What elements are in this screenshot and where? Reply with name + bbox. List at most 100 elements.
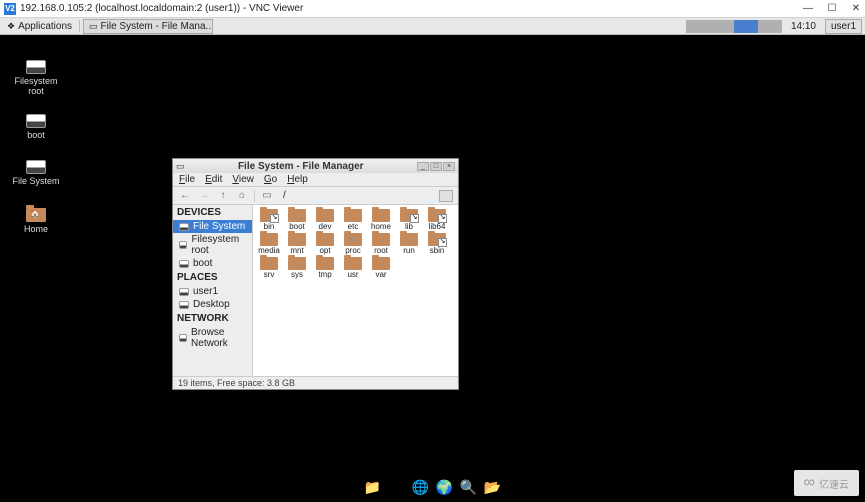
drive-icon xyxy=(26,160,46,174)
folder-label: home xyxy=(371,223,391,231)
folder-srv[interactable]: srv xyxy=(256,257,282,279)
workspace-4[interactable] xyxy=(758,20,782,33)
folder-icon xyxy=(400,233,418,246)
drive-icon xyxy=(26,114,46,128)
folder-icon xyxy=(316,233,334,246)
sidebar-item-filesystem-root[interactable]: Filesystem root xyxy=(173,233,252,257)
workspace-1[interactable] xyxy=(686,20,710,33)
drive-icon xyxy=(179,260,189,268)
folder-sbin[interactable]: sbin xyxy=(424,233,450,255)
drive-icon xyxy=(179,241,187,249)
taskbar-item-filemanager[interactable]: ▭ File System - File Mana... xyxy=(83,19,213,34)
sidebar-item-label: Desktop xyxy=(193,299,230,310)
folder-label: lib xyxy=(405,223,413,231)
folder-media[interactable]: media xyxy=(256,233,282,255)
folder-opt[interactable]: opt xyxy=(312,233,338,255)
folder-icon xyxy=(344,233,362,246)
folder-icon[interactable]: 📂 xyxy=(484,478,502,496)
file-manager-window: ▭ File System - File Manager _ □ × File E… xyxy=(172,158,459,390)
folder-icon xyxy=(260,209,278,222)
menu-file[interactable]: File xyxy=(179,174,195,185)
menu-view[interactable]: View xyxy=(232,174,254,185)
desktop-icon-boot[interactable]: boot xyxy=(8,114,64,142)
up-button[interactable]: ↑ xyxy=(216,189,230,203)
folder-label: lib64 xyxy=(429,223,446,231)
web-icon[interactable]: 🌐 xyxy=(412,478,430,496)
vnc-titlebar: V2 192.168.0.105:2 (localhost.localdomai… xyxy=(0,0,865,18)
sidebar-item-user1[interactable]: user1 xyxy=(173,285,252,298)
menu-help[interactable]: Help xyxy=(287,174,308,185)
maximize-button[interactable]: ☐ xyxy=(827,3,837,14)
fm-file-grid[interactable]: binboot devetchome lib lib64 media mnt optproc… xyxy=(253,205,458,376)
folder-run[interactable]: run xyxy=(396,233,422,255)
folder-root[interactable]: root xyxy=(368,233,394,255)
menu-edit[interactable]: Edit xyxy=(205,174,222,185)
folder-label: tmp xyxy=(318,271,331,279)
globe-icon[interactable]: 🌍 xyxy=(436,478,454,496)
folder-lib64[interactable]: lib64 xyxy=(424,209,450,231)
applications-menu[interactable]: ❖ Applications xyxy=(3,20,76,33)
fm-titlebar[interactable]: ▭ File System - File Manager _ □ × xyxy=(173,159,458,173)
folder-label: var xyxy=(375,271,386,279)
folder-label: mnt xyxy=(290,247,303,255)
sidebar-item-desktop[interactable]: Desktop xyxy=(173,298,252,311)
workspace-3[interactable] xyxy=(734,20,758,33)
folder-icon xyxy=(260,233,278,246)
folder-label: run xyxy=(403,247,415,255)
desktop-icon-home[interactable]: Home xyxy=(8,208,64,236)
desktop-icon-filesystem-root[interactable]: Filesystem root xyxy=(8,60,64,98)
home-button[interactable]: ⌂ xyxy=(235,189,249,203)
folder-etc[interactable]: etc xyxy=(340,209,366,231)
desktop-icon-file-system[interactable]: File System xyxy=(8,160,64,188)
back-button[interactable]: ← xyxy=(178,189,192,203)
folder-icon xyxy=(344,209,362,222)
watermark-logo-icon: ∞ xyxy=(804,474,815,492)
panel-clock[interactable]: 14:10 xyxy=(785,21,822,32)
folder-home[interactable]: home xyxy=(368,209,394,231)
folder-lib[interactable]: lib xyxy=(396,209,422,231)
sidebar-item-boot[interactable]: boot xyxy=(173,257,252,270)
panel-user[interactable]: user1 xyxy=(825,19,862,34)
folder-label: dev xyxy=(319,223,332,231)
minimize-button[interactable]: — xyxy=(803,3,813,14)
apps-icon: ❖ xyxy=(7,22,15,31)
location-path[interactable]: / xyxy=(279,190,434,201)
sidebar-item-label: File System xyxy=(193,221,245,232)
folder-proc[interactable]: proc xyxy=(340,233,366,255)
fm-minimize-button[interactable]: _ xyxy=(417,162,429,171)
menu-go[interactable]: Go xyxy=(264,174,277,185)
folder-dev[interactable]: dev xyxy=(312,209,338,231)
folder-sys[interactable]: sys xyxy=(284,257,310,279)
workspace-switcher[interactable] xyxy=(686,20,782,33)
folder-mnt[interactable]: mnt xyxy=(284,233,310,255)
files-icon[interactable]: 📁 xyxy=(364,478,382,496)
fm-close-button[interactable]: × xyxy=(443,162,455,171)
folder-icon xyxy=(372,257,390,270)
drive-icon xyxy=(179,223,189,231)
sidebar-item-label: user1 xyxy=(193,286,218,297)
sidebar-item-file-system[interactable]: File System xyxy=(173,220,252,233)
path-toggle-icon[interactable]: ▭ xyxy=(260,189,274,203)
fm-window-title: File System - File Manager xyxy=(185,161,417,172)
folder-boot[interactable]: boot xyxy=(284,209,310,231)
view-mode-button[interactable] xyxy=(439,190,453,202)
forward-button[interactable]: → xyxy=(197,189,211,203)
folder-label: srv xyxy=(264,271,275,279)
terminal-icon[interactable]: ⎚ xyxy=(388,478,406,496)
fm-menubar: File Edit View Go Help xyxy=(173,173,458,187)
sidebar-item-browse-network[interactable]: Browse Network xyxy=(173,326,252,350)
close-button[interactable]: ✕ xyxy=(851,3,861,14)
watermark-text: 亿速云 xyxy=(819,476,849,491)
folder-tmp[interactable]: tmp xyxy=(312,257,338,279)
vnc-app-icon: V2 xyxy=(4,3,16,15)
folder-icon xyxy=(428,209,446,222)
folder-var[interactable]: var xyxy=(368,257,394,279)
folder-label: root xyxy=(374,247,388,255)
folder-bin[interactable]: bin xyxy=(256,209,282,231)
fm-maximize-button[interactable]: □ xyxy=(430,162,442,171)
search-icon[interactable]: 🔍 xyxy=(460,478,478,496)
folder-usr[interactable]: usr xyxy=(340,257,366,279)
folder-icon xyxy=(372,209,390,222)
workspace-2[interactable] xyxy=(710,20,734,33)
fm-sidebar: DEVICESFile SystemFilesystem rootbootPLA… xyxy=(173,205,253,376)
